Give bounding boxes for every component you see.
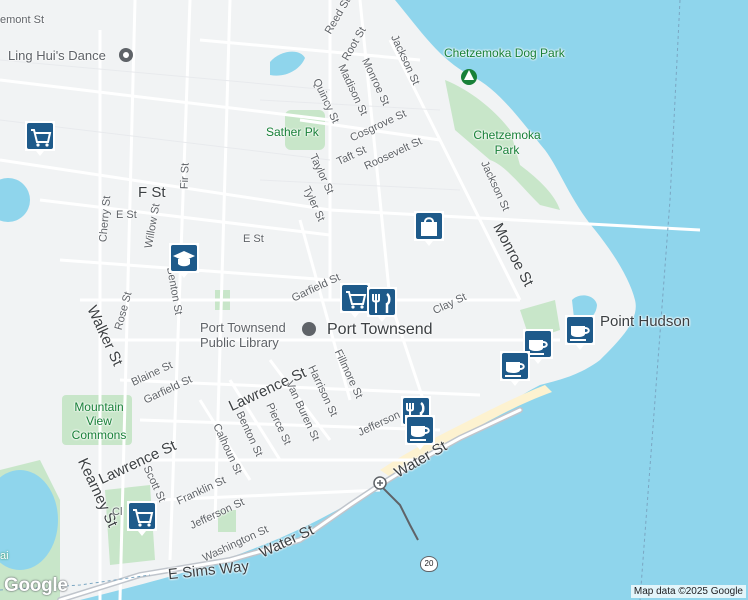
marker-shopping-bag[interactable] [411,208,447,248]
marker-cafe-point-hudson[interactable] [562,312,598,352]
map-canvas[interactable]: Reed St Root St Jackson St Monroe St Mad… [0,0,748,600]
marker-school[interactable] [166,240,202,280]
map-credit[interactable]: Map data ©2025 Google [630,585,746,598]
route-shield-20: 20 [420,556,438,572]
marker-cafe-south[interactable] [402,412,438,452]
google-logo: Google [4,575,68,596]
marker-cafe-waterfront[interactable] [497,348,533,388]
marker-shopping-nw[interactable] [22,118,58,158]
marker-shopping-sw[interactable] [124,498,160,538]
marker-restaurant-central[interactable] [364,284,400,324]
